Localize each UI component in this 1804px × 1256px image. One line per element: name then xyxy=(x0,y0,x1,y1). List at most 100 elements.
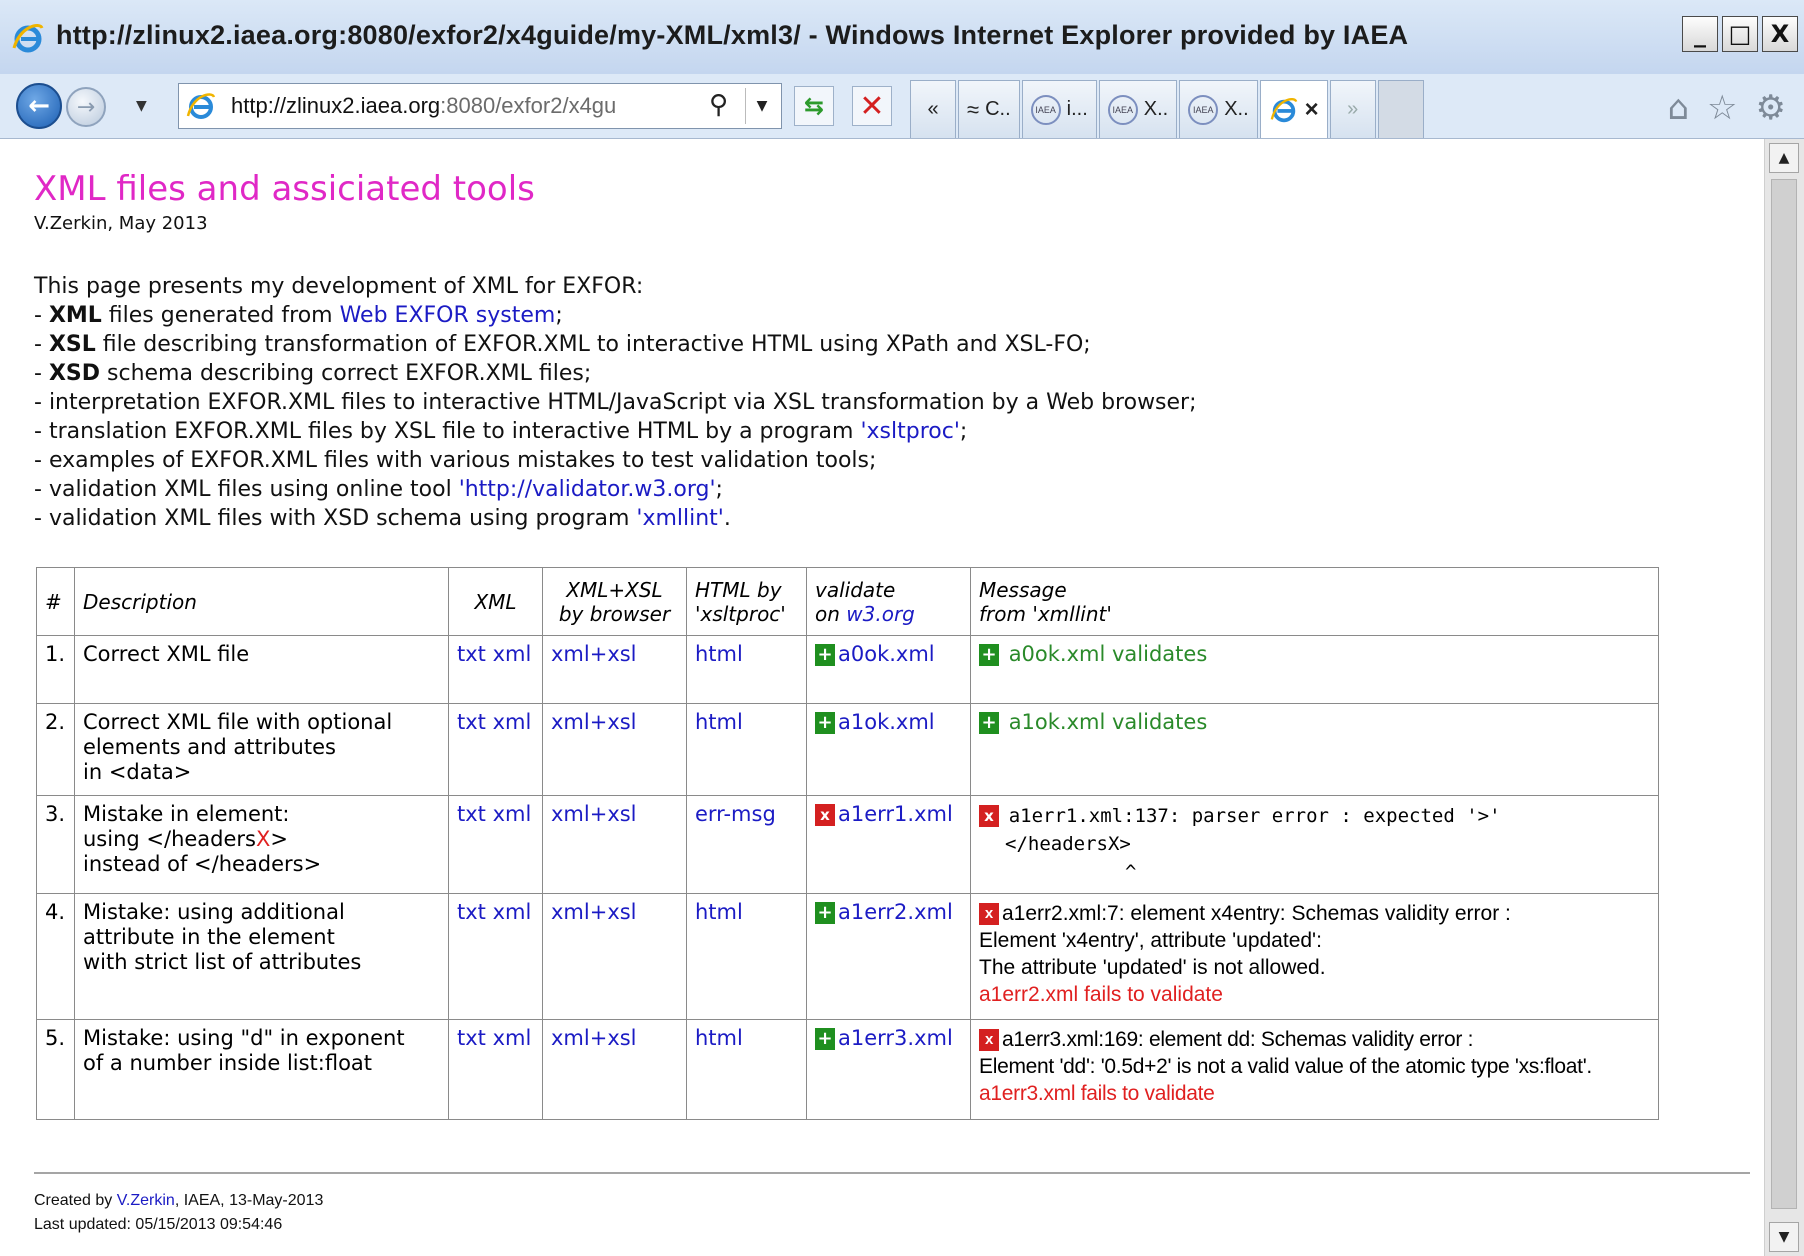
validate-link[interactable]: a0ok.xml xyxy=(838,642,935,666)
tab-active[interactable]: × xyxy=(1259,80,1328,138)
back-arrow-icon: ← xyxy=(28,91,50,121)
valid-plus-icon: + xyxy=(815,712,835,734)
author-link[interactable]: V.Zerkin xyxy=(117,1192,175,1209)
col-xml-header: XML xyxy=(448,567,543,636)
valid-plus-icon: + xyxy=(815,1028,835,1050)
w3-org-link[interactable]: w3.org xyxy=(846,602,915,626)
page-footer: Created by V.Zerkin, IAEA, 13-May-2013 L… xyxy=(34,1189,323,1237)
err-msg-link[interactable]: err-msg xyxy=(695,802,776,826)
row-num: 3. xyxy=(36,795,75,894)
stop-icon: ✕ xyxy=(859,88,885,124)
refresh-button[interactable]: ⇆ xyxy=(794,86,834,126)
table-row: 2. Correct XML file with optional element… xyxy=(36,703,1659,796)
row-num: 1. xyxy=(36,635,75,704)
row-num: 5. xyxy=(36,1019,75,1120)
tab-scroll-left[interactable]: « xyxy=(910,80,956,138)
list-item: - XML files generated from Web EXFOR sys… xyxy=(34,303,563,328)
maximize-button[interactable]: □ xyxy=(1722,16,1758,52)
validate-link[interactable]: a1ok.xml xyxy=(838,710,935,734)
xml-xsl-link[interactable]: xml+xsl xyxy=(551,710,637,734)
table-row: 1. Correct XML file txt xml xml+xsl html… xyxy=(36,635,1659,704)
tab-x2[interactable]: IAEA X.. xyxy=(1179,80,1258,138)
row-num: 2. xyxy=(36,703,75,796)
html-link[interactable]: html xyxy=(695,642,743,666)
list-item: - XSL file describing transformation of … xyxy=(34,332,1091,357)
close-window-button[interactable]: X xyxy=(1762,16,1798,52)
xml-link[interactable]: xml xyxy=(493,710,532,734)
address-bar[interactable]: http://zlinux2.iaea.org:8080/exfor2/x4gu… xyxy=(178,83,782,129)
html-link[interactable]: html xyxy=(695,900,743,924)
scrollbar-thumb[interactable] xyxy=(1771,179,1797,1209)
html-link[interactable]: html xyxy=(695,710,743,734)
txt-link[interactable]: txt xyxy=(457,900,486,924)
page-viewport: XML files and assiciated tools V.Zerkin,… xyxy=(0,139,1764,1256)
row-xml-links: txt xml xyxy=(448,635,543,704)
tab-scroll-right[interactable]: » xyxy=(1329,80,1376,138)
scroll-down-button[interactable]: ▼ xyxy=(1769,1222,1799,1252)
tab-x1[interactable]: IAEA X.. xyxy=(1098,80,1178,138)
col-validate-header: validate on w3.org xyxy=(806,567,971,636)
refresh-icon: ⇆ xyxy=(803,92,825,120)
txt-link[interactable]: txt xyxy=(457,642,486,666)
new-tab-button[interactable] xyxy=(1377,80,1424,138)
vertical-scrollbar[interactable]: ▲ ▼ xyxy=(1764,139,1804,1256)
navigation-bar: ← → ▼ http://zlinux2.iaea.org:8080/exfor… xyxy=(0,74,1804,139)
row-num: 4. xyxy=(36,893,75,1020)
valid-plus-icon: + xyxy=(815,902,835,924)
col-xmlxsl-header: XML+XSL by browser xyxy=(542,567,687,636)
xmllint-message: a1ok.xml validates xyxy=(1008,710,1208,734)
xml-xsl-link[interactable]: xml+xsl xyxy=(551,900,637,924)
tab-i[interactable]: IAEA i... xyxy=(1021,80,1097,138)
xml-xsl-link[interactable]: xml+xsl xyxy=(551,802,637,826)
table-row: 4. Mistake: using additional attribute in… xyxy=(36,893,1659,1020)
address-dropdown-button[interactable]: ▼ xyxy=(745,88,778,124)
forward-button[interactable]: → xyxy=(66,87,106,127)
validate-link[interactable]: a1err3.xml xyxy=(838,1026,953,1050)
scroll-up-button[interactable]: ▲ xyxy=(1769,143,1799,173)
xsltproc-link[interactable]: 'xsltproc' xyxy=(860,419,959,444)
ie-logo-icon xyxy=(186,93,216,119)
gear-icon[interactable]: ⚙ xyxy=(1756,88,1786,128)
ie-logo-icon xyxy=(1270,97,1297,122)
validator-link[interactable]: 'http://validator.w3.org' xyxy=(459,477,716,502)
xml-xsl-link[interactable]: xml+xsl xyxy=(551,1026,637,1050)
row-description: Mistake: using additional attribute in th… xyxy=(74,893,449,1020)
star-icon[interactable]: ☆ xyxy=(1707,88,1737,128)
back-button[interactable]: ← xyxy=(16,83,62,129)
forward-arrow-icon: → xyxy=(76,94,96,120)
byline: V.Zerkin, May 2013 xyxy=(34,213,208,234)
address-url[interactable]: http://zlinux2.iaea.org:8080/exfor2/x4gu xyxy=(231,93,701,119)
stop-button[interactable]: ✕ xyxy=(852,86,892,126)
row-xml-links: txt xml xyxy=(448,703,543,796)
xmllint-link[interactable]: 'xmllint' xyxy=(636,506,723,531)
txt-link[interactable]: txt xyxy=(457,802,486,826)
close-tab-icon[interactable]: × xyxy=(1305,96,1319,124)
validate-link[interactable]: a1err2.xml xyxy=(838,900,953,924)
row-description: Mistake in element: using </headersX> inst… xyxy=(74,795,449,894)
list-item: - interpretation EXFOR.XML files to inte… xyxy=(34,390,1197,415)
xml-xsl-link[interactable]: xml+xsl xyxy=(551,642,637,666)
xml-link[interactable]: xml xyxy=(493,642,532,666)
search-icon[interactable]: ⚲ xyxy=(709,90,743,124)
list-item: - translation EXFOR.XML files by XSL fil… xyxy=(34,419,968,444)
table-row: 5. Mistake: using "d" in exponent of a nu… xyxy=(36,1019,1659,1120)
xml-link[interactable]: xml xyxy=(493,900,532,924)
files-table: # Description XML XML+XSL by browser HTML… xyxy=(36,567,1659,1120)
validate-link[interactable]: a1err1.xml xyxy=(838,802,953,826)
tab-c[interactable]: ≈ C.. xyxy=(958,80,1020,138)
valid-plus-icon: + xyxy=(815,644,835,666)
txt-link[interactable]: txt xyxy=(457,710,486,734)
invalid-x-icon: x xyxy=(979,805,999,827)
home-icon[interactable]: ⌂ xyxy=(1667,88,1689,128)
row-xml-links: txt xml xyxy=(448,795,543,894)
xmllint-message: a0ok.xml validates xyxy=(1008,642,1208,666)
recent-pages-dropdown[interactable]: ▼ xyxy=(136,98,147,114)
minimize-button[interactable]: _ xyxy=(1682,16,1718,52)
title-bar: http://zlinux2.iaea.org:8080/exfor2/x4gu… xyxy=(0,0,1804,75)
xml-link[interactable]: xml xyxy=(493,802,532,826)
invalid-x-icon: x xyxy=(979,1029,999,1052)
xml-link[interactable]: xml xyxy=(493,1026,532,1050)
txt-link[interactable]: txt xyxy=(457,1026,486,1050)
html-link[interactable]: html xyxy=(695,1026,743,1050)
web-exfor-link[interactable]: Web EXFOR system xyxy=(340,303,556,328)
